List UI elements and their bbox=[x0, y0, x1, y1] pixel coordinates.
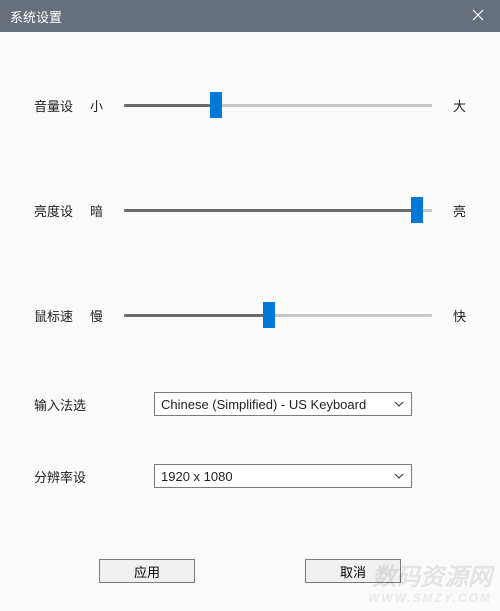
close-button[interactable] bbox=[455, 0, 500, 32]
mouse-thumb[interactable] bbox=[263, 302, 275, 328]
mouse-label: 鼠标速 bbox=[34, 306, 90, 325]
ime-select[interactable]: Chinese (Simplified) - US Keyboard bbox=[154, 392, 412, 416]
resolution-label: 分辨率设 bbox=[34, 467, 154, 486]
chevron-down-icon bbox=[391, 393, 407, 415]
chevron-down-icon bbox=[391, 465, 407, 487]
apply-button-label: 应用 bbox=[134, 562, 160, 581]
volume-row: 音量设 小 大 bbox=[0, 90, 500, 120]
ime-label: 输入法选 bbox=[34, 395, 154, 414]
brightness-thumb[interactable] bbox=[411, 197, 423, 223]
cancel-button[interactable]: 取消 bbox=[305, 559, 401, 583]
brightness-label: 亮度设 bbox=[34, 201, 90, 220]
brightness-row: 亮度设 暗 亮 bbox=[0, 195, 500, 225]
mouse-slider[interactable] bbox=[124, 300, 432, 330]
apply-button[interactable]: 应用 bbox=[99, 559, 195, 583]
close-icon bbox=[472, 9, 484, 24]
brightness-min-label: 暗 bbox=[90, 201, 118, 220]
mouse-min-label: 慢 bbox=[90, 306, 118, 325]
mouse-max-label: 快 bbox=[438, 306, 466, 325]
cancel-button-label: 取消 bbox=[340, 562, 366, 581]
titlebar: 系统设置 bbox=[0, 0, 500, 32]
resolution-value: 1920 x 1080 bbox=[161, 469, 233, 484]
volume-min-label: 小 bbox=[90, 96, 118, 115]
resolution-select[interactable]: 1920 x 1080 bbox=[154, 464, 412, 488]
ime-value: Chinese (Simplified) - US Keyboard bbox=[161, 397, 366, 412]
volume-slider[interactable] bbox=[124, 90, 432, 120]
volume-track bbox=[124, 104, 432, 107]
ime-row: 输入法选 Chinese (Simplified) - US Keyboard bbox=[0, 392, 500, 416]
brightness-track bbox=[124, 209, 432, 212]
mouse-row: 鼠标速 慢 快 bbox=[0, 300, 500, 330]
brightness-slider[interactable] bbox=[124, 195, 432, 225]
brightness-max-label: 亮 bbox=[438, 201, 466, 220]
volume-max-label: 大 bbox=[438, 96, 466, 115]
volume-label: 音量设 bbox=[34, 96, 90, 115]
window-title: 系统设置 bbox=[10, 7, 62, 26]
button-bar: 应用 取消 bbox=[0, 559, 500, 583]
client-area: 音量设 小 大 亮度设 暗 亮 鼠标速 慢 快 输入法选 Chinese (Si… bbox=[0, 32, 500, 611]
volume-thumb[interactable] bbox=[210, 92, 222, 118]
mouse-track bbox=[124, 314, 432, 317]
resolution-row: 分辨率设 1920 x 1080 bbox=[0, 464, 500, 488]
